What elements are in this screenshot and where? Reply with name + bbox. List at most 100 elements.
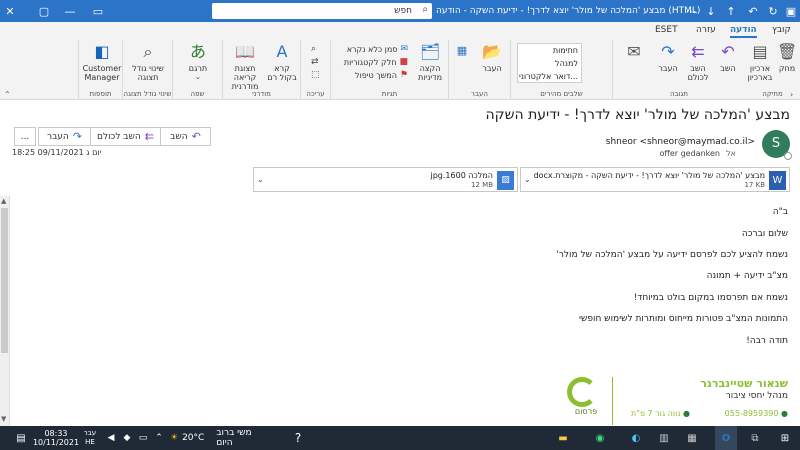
task-view-icon[interactable]: ⧉	[745, 426, 765, 450]
find-button[interactable]: ⌕	[311, 44, 316, 54]
reply-icon: ↶	[191, 130, 201, 143]
more-respond-button[interactable]: ✉	[619, 42, 649, 64]
save-icon[interactable]: ▣	[783, 0, 799, 22]
chevron-down-icon: ⌄	[195, 73, 201, 81]
location-icon: ●	[683, 409, 690, 418]
follow-up-button[interactable]: המשך טיפול ⚑	[355, 70, 408, 80]
search-input[interactable]: חפש ⌕	[212, 3, 432, 19]
recipient[interactable]: offer gedanken	[530, 149, 720, 158]
minimize-button[interactable]: —	[60, 0, 80, 22]
forward-label: העבר	[46, 131, 69, 142]
forward-button[interactable]: העבר ↷	[38, 127, 91, 146]
restore-button[interactable]: ▢	[34, 0, 54, 22]
image-file-icon: ▨	[497, 171, 514, 190]
language-indicator[interactable]: עבר HE	[78, 426, 102, 450]
tab-help[interactable]: עזרה	[696, 25, 716, 35]
sender-address[interactable]: shneor <shneor@maymad.co.il>	[520, 137, 755, 147]
scrollbar[interactable]: ▲ ▼	[0, 196, 10, 426]
scroll-up-icon[interactable]: ▲	[1, 197, 6, 205]
to-label: אל	[726, 149, 736, 158]
ribbon-display-icon[interactable]: ▭	[88, 0, 108, 22]
reply-button[interactable]: השב ↶	[160, 127, 211, 146]
undo-icon[interactable]: ↶	[745, 0, 761, 22]
ribbon-tabs: קובץ הודעה עזרה ESET	[0, 22, 800, 40]
weather-sun-icon: ☀	[170, 433, 179, 443]
ribbon-reply-label: השב	[720, 64, 736, 73]
categorize-button[interactable]: חלק לקטגוריות ■	[344, 57, 408, 67]
close-button[interactable]: ✕	[0, 0, 20, 22]
chrome-icon[interactable]: ◉	[590, 426, 610, 450]
battery-icon[interactable]: ▭	[136, 426, 150, 450]
app-icon[interactable]: ▥	[654, 426, 674, 450]
scroll-thumb[interactable]	[1, 208, 8, 353]
help-icon[interactable]: ?	[288, 426, 308, 450]
edge-icon[interactable]: ◐	[626, 426, 646, 450]
chevron-down-icon[interactable]: ⌄	[257, 175, 264, 184]
notifications-icon[interactable]: ▤	[10, 426, 32, 450]
attachment-jpg[interactable]: ▨ המלכה 1600.jpg 12 MB ⌄	[253, 167, 518, 192]
chevron-up-icon[interactable]: ⌃	[152, 426, 166, 450]
archive-button[interactable]: ▤ ארכיון בארכיון	[745, 42, 775, 82]
group-zoom: ⌕ שינוי גודל תצוגה שינוי גודל תצוגה	[122, 40, 172, 100]
quick-step-item[interactable]: דואר אלקטרוני...	[518, 70, 581, 83]
ribbon-forward-button[interactable]: ↷ העבר	[653, 42, 683, 73]
group-tags-label: תגיות	[381, 90, 398, 98]
more-respond-icon: ✉	[627, 42, 641, 61]
mark-unread-button[interactable]: סמן כלא נקרא ✉	[347, 44, 408, 54]
move-button[interactable]: 📂 העבר	[477, 42, 507, 73]
reply-all-button[interactable]: השב לכולם ⇇	[90, 127, 161, 146]
replace-button[interactable]: ⇄	[311, 57, 319, 67]
select-button[interactable]: ⬚	[311, 70, 320, 80]
tab-message[interactable]: הודעה	[730, 25, 757, 38]
previous-item-icon[interactable]: ↑	[723, 0, 739, 22]
group-respond-label: תגובה	[669, 90, 688, 98]
weather-widget[interactable]: ☀ 20°C משי ברוב היום	[170, 426, 270, 450]
body-line: נשמח להציע לכם לפרסם ידיעה על מבצע 'המלכ…	[556, 250, 788, 260]
title-bar: ✕ ▢ — ▭ חפש ⌕ מבצע 'המלכה של מולר' יוצא …	[0, 0, 800, 22]
quick-step-item[interactable]: חתימות	[518, 44, 581, 57]
network-icon[interactable]: ◆	[120, 426, 134, 450]
ribbon-reply-all-button[interactable]: ⇇ השב לכולם	[683, 42, 713, 82]
redo-icon[interactable]: ↻	[765, 0, 781, 22]
outlook-icon[interactable]: O	[715, 426, 737, 450]
chevron-down-icon[interactable]: ⌄	[524, 175, 531, 184]
policies-button[interactable]: 🗂 הקצה מדיניות	[415, 42, 445, 82]
categorize-label: חלק לקטגוריות	[343, 57, 397, 67]
scroll-down-icon[interactable]: ▼	[1, 415, 6, 423]
ribbon-reply-button[interactable]: ↶ השב	[713, 42, 743, 73]
more-actions-button[interactable]: ...	[14, 127, 36, 146]
more-icon[interactable]: ⋯	[683, 0, 699, 22]
reply-icon: ↶	[721, 42, 735, 61]
category-icon: ■	[399, 57, 408, 67]
group-tags: 🗂 הקצה מדיניות סמן כלא נקרא ✉ חלק לקטגוריו…	[330, 40, 448, 100]
rules-button[interactable]: ▦	[451, 44, 473, 60]
start-icon[interactable]: ⊞	[775, 426, 795, 450]
calculator-icon[interactable]: ▦	[682, 426, 702, 450]
customer-manager-button[interactable]: ◧ Customer Manager	[81, 42, 123, 82]
zoom-button[interactable]: ⌕ שינוי גודל תצוגה	[129, 42, 167, 82]
file-explorer-icon[interactable]: ▬	[553, 426, 573, 450]
attachment-docx[interactable]: W מבצע 'המלכה של מולר' יוצא לדרך! - ידיע…	[520, 167, 790, 192]
group-quick-steps: חתימות למנהל דואר אלקטרוני... שלבים מהיר…	[510, 40, 612, 100]
rules-icon: ▦	[456, 44, 468, 57]
weather-temp: 20°C	[182, 433, 205, 443]
signature-title: מנהל יחסי ציבור	[725, 391, 788, 401]
quick-step-item[interactable]: למנהל	[518, 57, 581, 70]
delete-label: מחק	[778, 64, 796, 73]
translate-button[interactable]: あ תרגם ⌄	[181, 42, 215, 82]
volume-icon[interactable]: ◀	[104, 426, 118, 450]
window-title: מבצע 'המלכה של מולר' יוצא לדרך! - ידיעת …	[436, 6, 701, 16]
group-immersive: A קרא בקול רם 📖 תצוגת קריאה מודרנית מודרני	[222, 40, 300, 100]
logo-text: פרסום	[574, 407, 598, 416]
collapse-ribbon-icon[interactable]: ⌃	[4, 90, 11, 99]
clock[interactable]: 08:33 10/11/2021	[33, 426, 79, 450]
immersive-reader-button[interactable]: 📖 תצוגת קריאה מודרנית	[225, 42, 265, 91]
select-icon: ⬚	[311, 70, 320, 80]
quick-steps-gallery[interactable]: חתימות למנהל דואר אלקטרוני...	[517, 43, 582, 83]
read-aloud-button[interactable]: A קרא בקול רם	[265, 42, 299, 82]
ribbon-scroll-icon[interactable]: ›	[790, 90, 793, 99]
delete-button[interactable]: 🗑 מחק	[772, 42, 800, 73]
tab-eset[interactable]: ESET	[655, 25, 678, 35]
next-item-icon[interactable]: ↓	[703, 0, 719, 22]
tab-file[interactable]: קובץ	[772, 25, 791, 35]
